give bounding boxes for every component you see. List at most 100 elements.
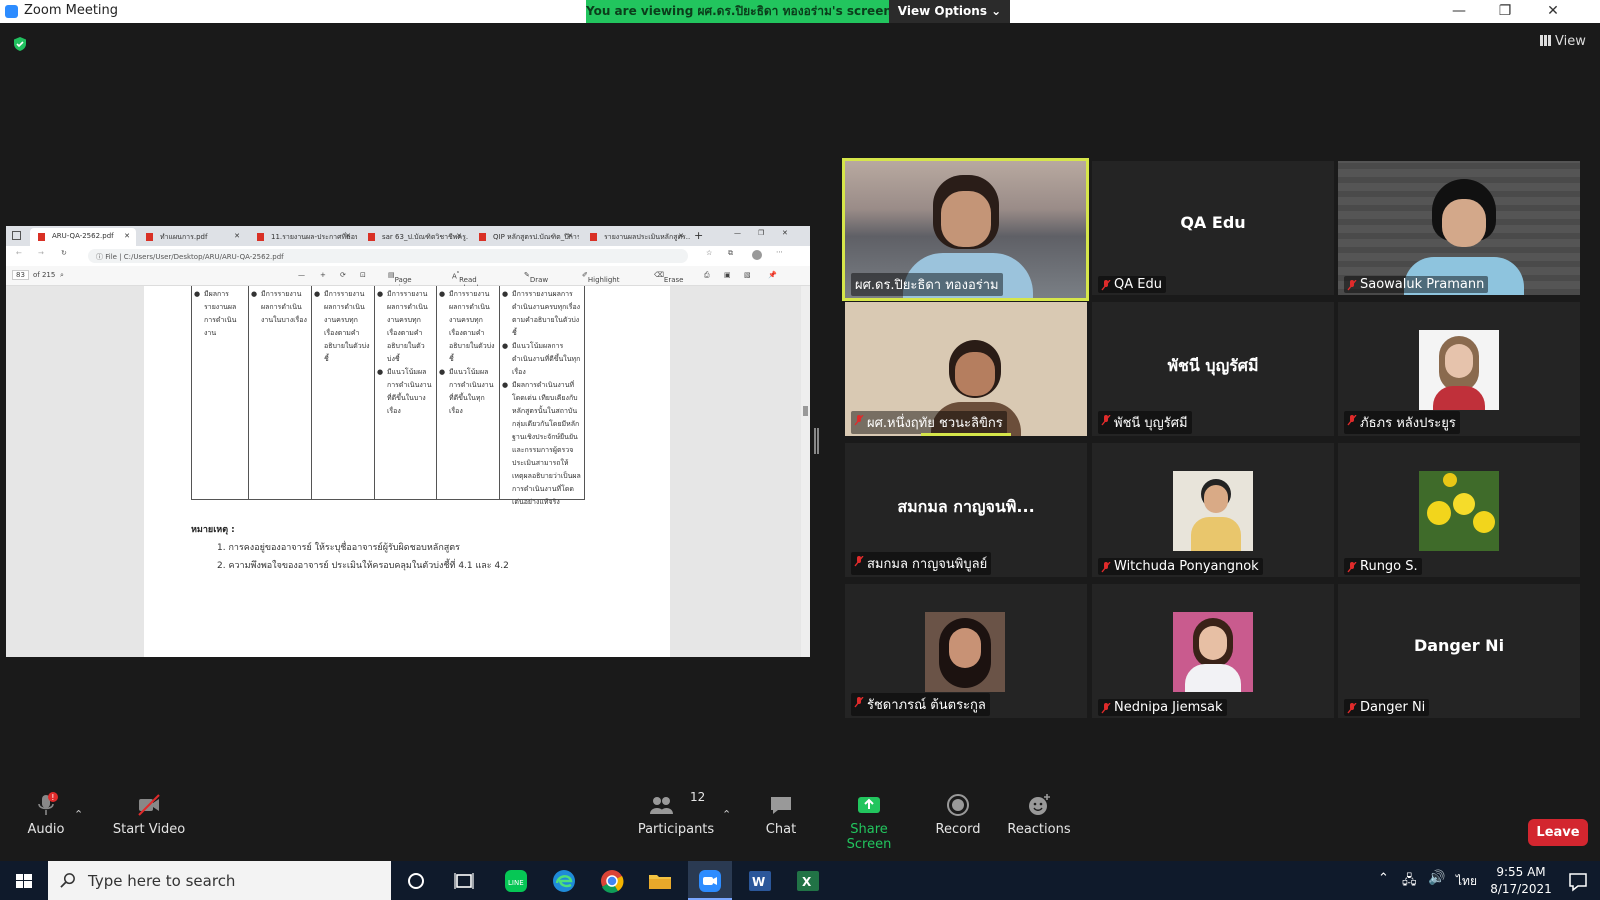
tab-close-icon[interactable]: ✕ bbox=[234, 232, 240, 240]
close-button[interactable]: ✕ bbox=[1530, 0, 1576, 23]
participants-button[interactable]: 12 Participants bbox=[636, 790, 716, 837]
participant-tile[interactable]: สมกมล กาญจนพิ... สมกมล กาญจนพิบูลย์ bbox=[845, 443, 1087, 577]
new-tab-icon[interactable]: + bbox=[694, 229, 703, 242]
record-button[interactable]: Record bbox=[930, 792, 986, 837]
table-column: มีการรายงานผลการดำเนินงานครบทุกเรื่องตาม… bbox=[437, 286, 500, 499]
audio-label: Audio bbox=[27, 822, 65, 837]
tab-close-icon[interactable]: ✕ bbox=[124, 232, 130, 240]
shared-screen[interactable]: ARU-QA-2562.pdf ✕ ทำแผนการ.pdf ✕ 11.รายงาน… bbox=[6, 226, 810, 657]
chrome-browser-icon[interactable] bbox=[598, 867, 626, 895]
minimize-button[interactable]: — bbox=[1436, 0, 1482, 23]
forward-icon[interactable]: → bbox=[38, 249, 44, 257]
favorite-star-icon[interactable]: ☆ bbox=[706, 249, 712, 257]
line-app-icon[interactable]: LINE bbox=[502, 867, 530, 895]
task-view-icon[interactable] bbox=[450, 867, 478, 895]
rotate-icon[interactable]: ⟳ bbox=[340, 271, 346, 279]
person-face bbox=[1445, 344, 1473, 378]
zoom-in-icon[interactable]: + bbox=[320, 271, 326, 279]
collections-icon[interactable]: ⧉ bbox=[728, 249, 733, 258]
tab-actions-icon[interactable] bbox=[12, 231, 21, 240]
browser-tab-1[interactable]: ARU-QA-2562.pdf ✕ bbox=[30, 228, 136, 246]
excel-app-icon[interactable]: X bbox=[794, 867, 822, 895]
url-field[interactable]: ⓘ File | C:/Users/User/Desktop/ARU/ARU-Q… bbox=[88, 249, 688, 263]
tab-close-icon[interactable]: ✕ bbox=[345, 232, 351, 240]
pin-toolbar-icon[interactable]: 📌 bbox=[768, 271, 777, 279]
input-language[interactable]: ไทย bbox=[1456, 872, 1477, 891]
cortana-icon[interactable] bbox=[402, 867, 430, 895]
system-clock[interactable]: 9:55 AM 8/17/2021 bbox=[1486, 864, 1556, 898]
record-label: Record bbox=[935, 822, 981, 837]
zoom-out-icon[interactable]: — bbox=[298, 271, 305, 279]
volume-icon[interactable]: 🔊 bbox=[1428, 870, 1445, 886]
view-layout-button[interactable]: View bbox=[1540, 34, 1586, 49]
chat-button[interactable]: Chat bbox=[756, 792, 806, 837]
tab-close-icon[interactable]: ✕ bbox=[567, 232, 573, 240]
maximize-button[interactable]: ❐ bbox=[1482, 0, 1528, 23]
participant-name-text: Danger Ni bbox=[1360, 700, 1426, 715]
participant-tile[interactable]: ผศ.ดร.ปิยะธิดา ทองอร่าม bbox=[842, 158, 1089, 301]
browser-minimize-icon[interactable]: — bbox=[734, 229, 741, 237]
participant-tile[interactable]: Nednipa Jiemsak bbox=[1092, 584, 1334, 718]
browser-restore-icon[interactable]: ❐ bbox=[758, 229, 764, 237]
audio-options-chevron-icon[interactable]: ⌃ bbox=[74, 808, 83, 821]
share-screen-button[interactable]: Share Screen bbox=[830, 792, 908, 852]
reactions-button[interactable]: Reactions bbox=[1006, 792, 1072, 837]
pdf-scrollbar-thumb[interactable] bbox=[803, 406, 808, 416]
audio-button[interactable]: ! Audio bbox=[22, 792, 70, 837]
read-aloud-button[interactable]: Aᵃ Read aloud bbox=[452, 271, 479, 292]
taskbar-search-box[interactable]: Type here to search bbox=[48, 861, 391, 900]
tab-close-icon[interactable]: ✕ bbox=[678, 232, 684, 240]
participant-tile[interactable]: Witchuda Ponyangnok bbox=[1092, 443, 1334, 577]
back-icon[interactable]: ← bbox=[16, 249, 22, 257]
word-app-icon[interactable]: W bbox=[746, 867, 774, 895]
tab-close-icon[interactable]: ✕ bbox=[456, 232, 462, 240]
share-screen-icon bbox=[858, 797, 880, 813]
highlight-button[interactable]: ✐ Highlight bbox=[582, 271, 619, 284]
participant-tile[interactable]: ภัธภร หลังประยูร bbox=[1338, 302, 1580, 436]
network-icon[interactable]: 🖧 bbox=[1402, 871, 1417, 893]
participant-name-text: สมกมล กาญจนพิบูลย์ bbox=[867, 557, 988, 572]
participant-tile[interactable]: QA Edu QA Edu bbox=[1092, 161, 1334, 295]
tray-overflow-icon[interactable]: ⌃ bbox=[1378, 871, 1389, 886]
page-view-button[interactable]: ▤ Page view bbox=[388, 271, 412, 292]
split-resize-handle[interactable] bbox=[814, 428, 819, 454]
participant-tile[interactable]: พัชนี บุญรัศมี พัชนี บุญรัศมี bbox=[1092, 302, 1334, 436]
edge-browser-icon[interactable] bbox=[550, 867, 578, 895]
browser-tab-6[interactable]: รายงานผลประเมินหลักสูตร... ✕ bbox=[582, 228, 690, 246]
participant-photo bbox=[1173, 471, 1253, 551]
browser-tab-4[interactable]: sar 63_ป.บัณฑิตวิชาชีพครู.pdf✕ bbox=[360, 228, 468, 246]
browser-tab-2[interactable]: ทำแผนการ.pdf ✕ bbox=[138, 228, 246, 246]
speaking-indicator bbox=[921, 433, 1011, 436]
participant-tile[interactable]: Rungo S. bbox=[1338, 443, 1580, 577]
erase-button[interactable]: ⌫ Erase bbox=[654, 271, 683, 284]
save-as-icon[interactable]: ▧ bbox=[744, 271, 751, 279]
windows-start-icon[interactable] bbox=[10, 867, 38, 895]
start-video-button[interactable]: Start Video bbox=[104, 792, 194, 837]
browser-tab-5[interactable]: QIP หลักสูตรป.บัณฑิต_ปีการศึ...✕ bbox=[471, 228, 579, 246]
participant-tile[interactable]: Saowaluk Pramann bbox=[1338, 161, 1580, 295]
browser-close-icon[interactable]: ✕ bbox=[782, 229, 788, 237]
participants-options-chevron-icon[interactable]: ⌃ bbox=[722, 808, 731, 821]
profile-avatar-icon[interactable] bbox=[752, 250, 762, 260]
save-icon[interactable]: ▣ bbox=[724, 271, 731, 279]
view-options-button[interactable]: View Options ⌄ bbox=[889, 0, 1010, 23]
participant-tile[interactable]: Danger Ni Danger Ni bbox=[1338, 584, 1580, 718]
draw-button[interactable]: ✎ Draw bbox=[524, 271, 548, 284]
fit-page-icon[interactable]: ⊡ bbox=[360, 271, 366, 279]
more-menu-icon[interactable]: ⋯ bbox=[776, 248, 783, 256]
print-icon[interactable]: ⎙ bbox=[704, 271, 710, 280]
encryption-shield-icon[interactable] bbox=[12, 36, 28, 52]
pdf-scrollbar[interactable] bbox=[801, 286, 810, 657]
table-bullet: มีแนวโน้มผลการดำเนินงานที่ดีขึ้นในทุกเรื… bbox=[439, 366, 495, 418]
leave-meeting-button[interactable]: Leave bbox=[1528, 819, 1588, 846]
refresh-icon[interactable]: ↻ bbox=[61, 249, 67, 257]
highlight-label: Highlight bbox=[587, 276, 620, 284]
page-number-input[interactable]: 83 bbox=[12, 270, 29, 280]
participant-tile[interactable]: ผศ.หนึ่งฤทัย ชวนะลิขิกร bbox=[845, 302, 1087, 436]
file-explorer-icon[interactable] bbox=[646, 867, 674, 895]
notifications-icon[interactable] bbox=[1564, 867, 1592, 895]
pdf-search-icon[interactable]: ⌕ bbox=[60, 271, 64, 280]
zoom-taskbar-active[interactable] bbox=[688, 861, 732, 900]
participant-tile[interactable]: รัชดาภรณ์ ต้นตระกูล bbox=[845, 584, 1087, 718]
browser-tab-3[interactable]: 11.รายงานผล-ประกาศที่มอบ... ✕ bbox=[249, 228, 357, 246]
